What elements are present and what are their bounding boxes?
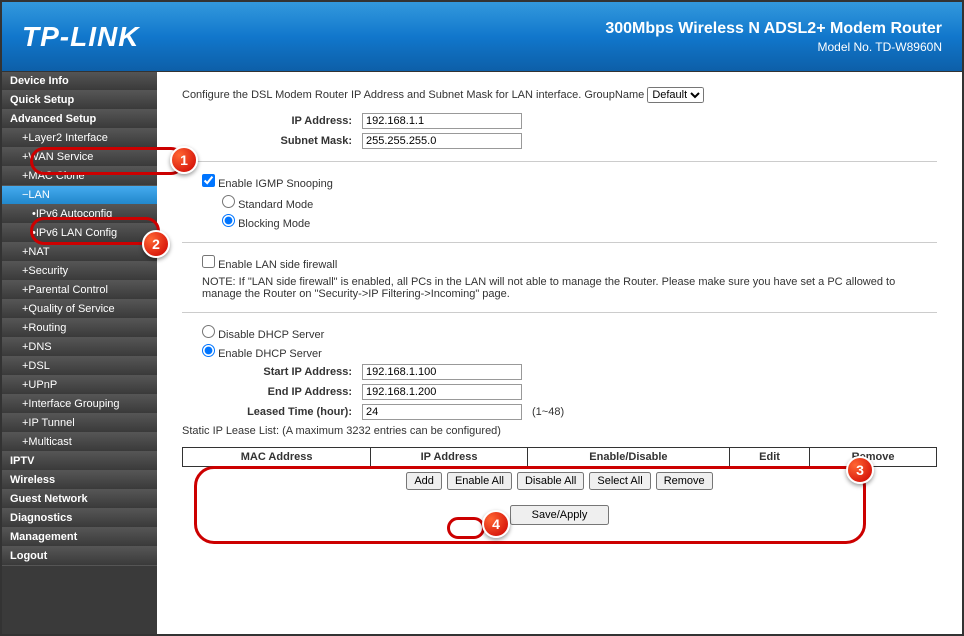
sidebar-item-0[interactable]: Device Info xyxy=(2,72,157,91)
ip-address-input[interactable] xyxy=(362,113,522,129)
sidebar-item-3[interactable]: +Layer2 Interface xyxy=(2,129,157,148)
sidebar-item-8[interactable]: •IPv6 LAN Config xyxy=(2,224,157,243)
disable-all-button[interactable]: Disable All xyxy=(517,472,584,490)
callout-badge-4: 4 xyxy=(482,510,510,538)
header: TP-LINK 300Mbps Wireless N ADSL2+ Modem … xyxy=(2,2,962,72)
callout-badge-3: 3 xyxy=(846,456,874,484)
leased-time-label: Leased Time (hour): xyxy=(182,406,362,418)
add-button[interactable]: Add xyxy=(406,472,442,490)
lan-firewall-label: Enable LAN side firewall xyxy=(218,259,337,271)
sidebar-item-12[interactable]: +Quality of Service xyxy=(2,300,157,319)
disable-dhcp-radio[interactable] xyxy=(202,325,215,338)
standard-mode-label: Standard Mode xyxy=(238,199,313,211)
sidebar-item-19[interactable]: +Multicast xyxy=(2,433,157,452)
enable-all-button[interactable]: Enable All xyxy=(447,472,512,490)
sidebar-item-14[interactable]: +DNS xyxy=(2,338,157,357)
sidebar-item-4[interactable]: +WAN Service xyxy=(2,148,157,167)
sidebar-item-15[interactable]: +DSL xyxy=(2,357,157,376)
sidebar-item-16[interactable]: +UPnP xyxy=(2,376,157,395)
sidebar-item-25[interactable]: Logout xyxy=(2,547,157,566)
header-right: 300Mbps Wireless N ADSL2+ Modem Router M… xyxy=(605,20,942,54)
ip-address-label: IP Address: xyxy=(182,115,362,127)
callout-badge-1: 1 xyxy=(170,146,198,174)
disable-dhcp-label: Disable DHCP Server xyxy=(218,329,324,341)
enable-dhcp-label: Enable DHCP Server xyxy=(218,348,322,360)
lan-firewall-checkbox[interactable] xyxy=(202,255,215,268)
igmp-snooping-checkbox[interactable] xyxy=(202,174,215,187)
end-ip-label: End IP Address: xyxy=(182,386,362,398)
col-ip: IP Address xyxy=(371,448,528,467)
callout-badge-2: 2 xyxy=(142,230,170,258)
col-mac: MAC Address xyxy=(183,448,371,467)
col-edit: Edit xyxy=(729,448,809,467)
igmp-snooping-label: Enable IGMP Snooping xyxy=(218,178,333,190)
save-apply-button[interactable]: Save/Apply xyxy=(510,505,610,525)
sidebar-item-7[interactable]: •IPv6 Autoconfig xyxy=(2,205,157,224)
subnet-mask-label: Subnet Mask: xyxy=(182,135,362,147)
sidebar-item-18[interactable]: +IP Tunnel xyxy=(2,414,157,433)
product-title: 300Mbps Wireless N ADSL2+ Modem Router xyxy=(605,20,942,38)
sidebar-item-11[interactable]: +Parental Control xyxy=(2,281,157,300)
sidebar-item-20[interactable]: IPTV xyxy=(2,452,157,471)
sidebar-item-17[interactable]: +Interface Grouping xyxy=(2,395,157,414)
sidebar-item-9[interactable]: +NAT xyxy=(2,243,157,262)
leased-time-input[interactable] xyxy=(362,404,522,420)
col-enable: Enable/Disable xyxy=(527,448,729,467)
blocking-mode-label: Blocking Mode xyxy=(238,218,310,230)
remove-button[interactable]: Remove xyxy=(656,472,713,490)
sidebar-item-5[interactable]: +MAC Clone xyxy=(2,167,157,186)
col-remove: Remove xyxy=(810,448,937,467)
sidebar: Device InfoQuick SetupAdvanced Setup+Lay… xyxy=(2,72,157,634)
select-all-button[interactable]: Select All xyxy=(589,472,650,490)
sidebar-item-10[interactable]: +Security xyxy=(2,262,157,281)
static-lease-table: MAC Address IP Address Enable/Disable Ed… xyxy=(182,447,937,467)
sidebar-item-22[interactable]: Guest Network xyxy=(2,490,157,509)
sidebar-item-21[interactable]: Wireless xyxy=(2,471,157,490)
logo: TP-LINK xyxy=(22,21,139,53)
start-ip-label: Start IP Address: xyxy=(182,366,362,378)
groupname-select[interactable]: Default xyxy=(647,87,704,103)
subnet-mask-input[interactable] xyxy=(362,133,522,149)
start-ip-input[interactable] xyxy=(362,364,522,380)
leased-time-hint: (1~48) xyxy=(532,406,564,418)
sidebar-item-13[interactable]: +Routing xyxy=(2,319,157,338)
lan-firewall-note: NOTE: If "LAN side firewall" is enabled,… xyxy=(202,276,937,300)
sidebar-item-23[interactable]: Diagnostics xyxy=(2,509,157,528)
blocking-mode-radio[interactable] xyxy=(222,214,235,227)
page-description: Configure the DSL Modem Router IP Addres… xyxy=(182,87,937,103)
end-ip-input[interactable] xyxy=(362,384,522,400)
sidebar-item-6[interactable]: −LAN xyxy=(2,186,157,205)
model-number: Model No. TD-W8960N xyxy=(605,40,942,54)
enable-dhcp-radio[interactable] xyxy=(202,344,215,357)
sidebar-item-24[interactable]: Management xyxy=(2,528,157,547)
sidebar-item-2[interactable]: Advanced Setup xyxy=(2,110,157,129)
sidebar-item-1[interactable]: Quick Setup xyxy=(2,91,157,110)
content: Configure the DSL Modem Router IP Addres… xyxy=(157,72,962,634)
desc-text: Configure the DSL Modem Router IP Addres… xyxy=(182,89,644,101)
standard-mode-radio[interactable] xyxy=(222,195,235,208)
static-lease-caption: Static IP Lease List: (A maximum 3232 en… xyxy=(182,425,937,437)
